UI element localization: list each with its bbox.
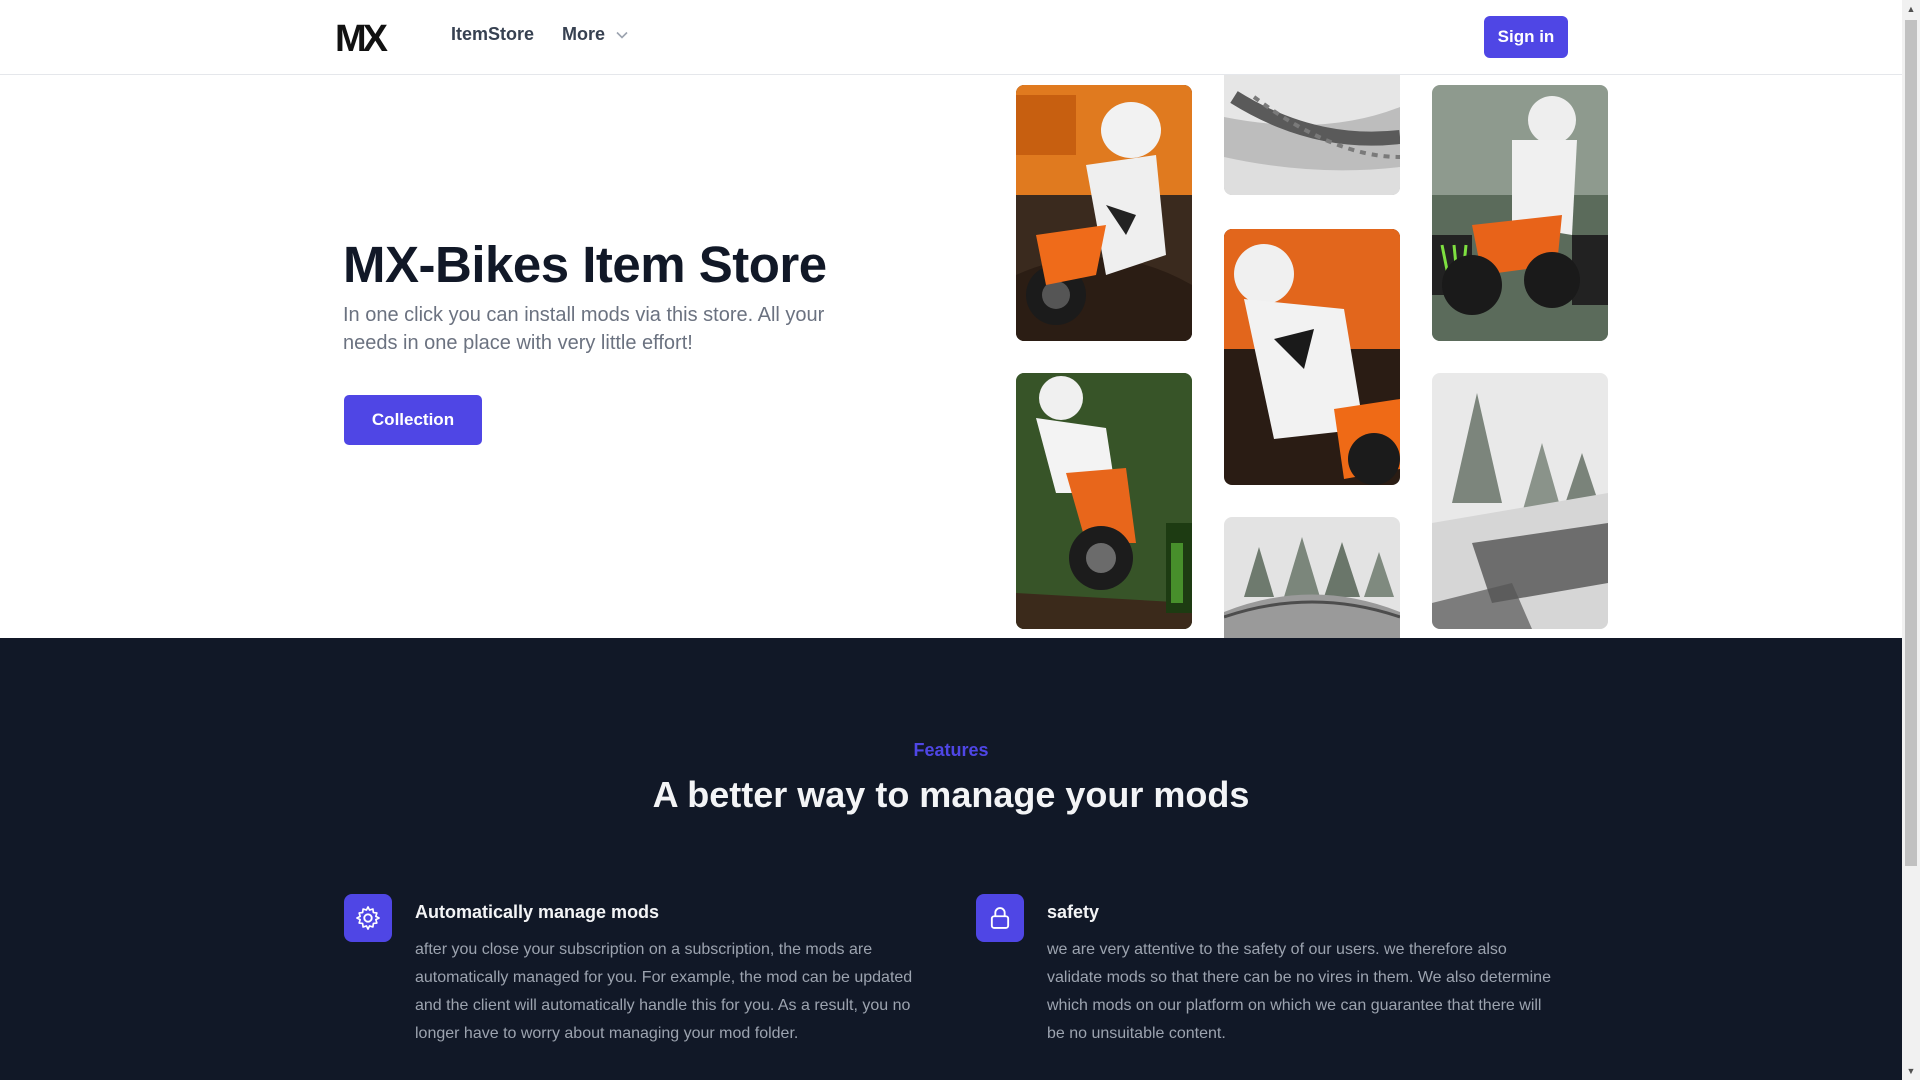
rider-orange-closeup-image: [1224, 229, 1400, 485]
features-kicker: Features: [913, 740, 989, 760]
nav-more-label: More: [562, 24, 606, 44]
rider-ktm-corner-image: [1016, 85, 1192, 341]
snowy-track-ruts-image: [1224, 75, 1400, 195]
feature-heading: Automatically manage mods: [415, 902, 660, 922]
feature-description: after you close your subscription on a s…: [415, 941, 913, 1042]
feature-description: we are very attentive to the safety of o…: [1047, 941, 1551, 1042]
nav-itemstore[interactable]: ItemStore: [451, 24, 534, 45]
vertical-scrollbar[interactable]: ▲ ▼: [1902, 0, 1920, 1080]
snowy-bridge-trees-image: [1224, 517, 1400, 638]
hero-section: MX-Bikes Item Store In one click you can…: [0, 75, 1902, 638]
chevron-down-icon: [616, 31, 628, 39]
features-title: A better way to manage your mods: [652, 774, 1250, 815]
sign-in-button[interactable]: Sign in: [1484, 16, 1568, 58]
scroll-up-arrow-icon[interactable]: ▲: [1902, 0, 1920, 18]
hero-title: MX-Bikes Item Store: [343, 236, 827, 293]
top-navbar: MX ItemStore More Sign in: [0, 0, 1902, 75]
features-section: Features A better way to manage your mod…: [0, 638, 1902, 1080]
lock-icon: [976, 894, 1024, 942]
scrollbar-thumb[interactable]: [1905, 20, 1917, 866]
feature-heading: safety: [1047, 902, 1100, 922]
svg-text:MX: MX: [335, 20, 389, 54]
snowy-pine-trees-image: [1432, 373, 1608, 629]
mx-logo[interactable]: MX: [335, 20, 412, 54]
hero-subtitle: In one click you can install mods via th…: [343, 304, 825, 354]
collection-button[interactable]: Collection: [344, 395, 482, 445]
page: MX ItemStore More Sign in MX-Bikes Item …: [0, 0, 1902, 1080]
rider-monster-jump-image: [1432, 85, 1608, 341]
nav-more-dropdown[interactable]: More: [562, 24, 629, 45]
rider-forest-jump-image: [1016, 373, 1192, 629]
gear-icon: [344, 894, 392, 942]
scroll-down-arrow-icon[interactable]: ▼: [1902, 1062, 1920, 1080]
